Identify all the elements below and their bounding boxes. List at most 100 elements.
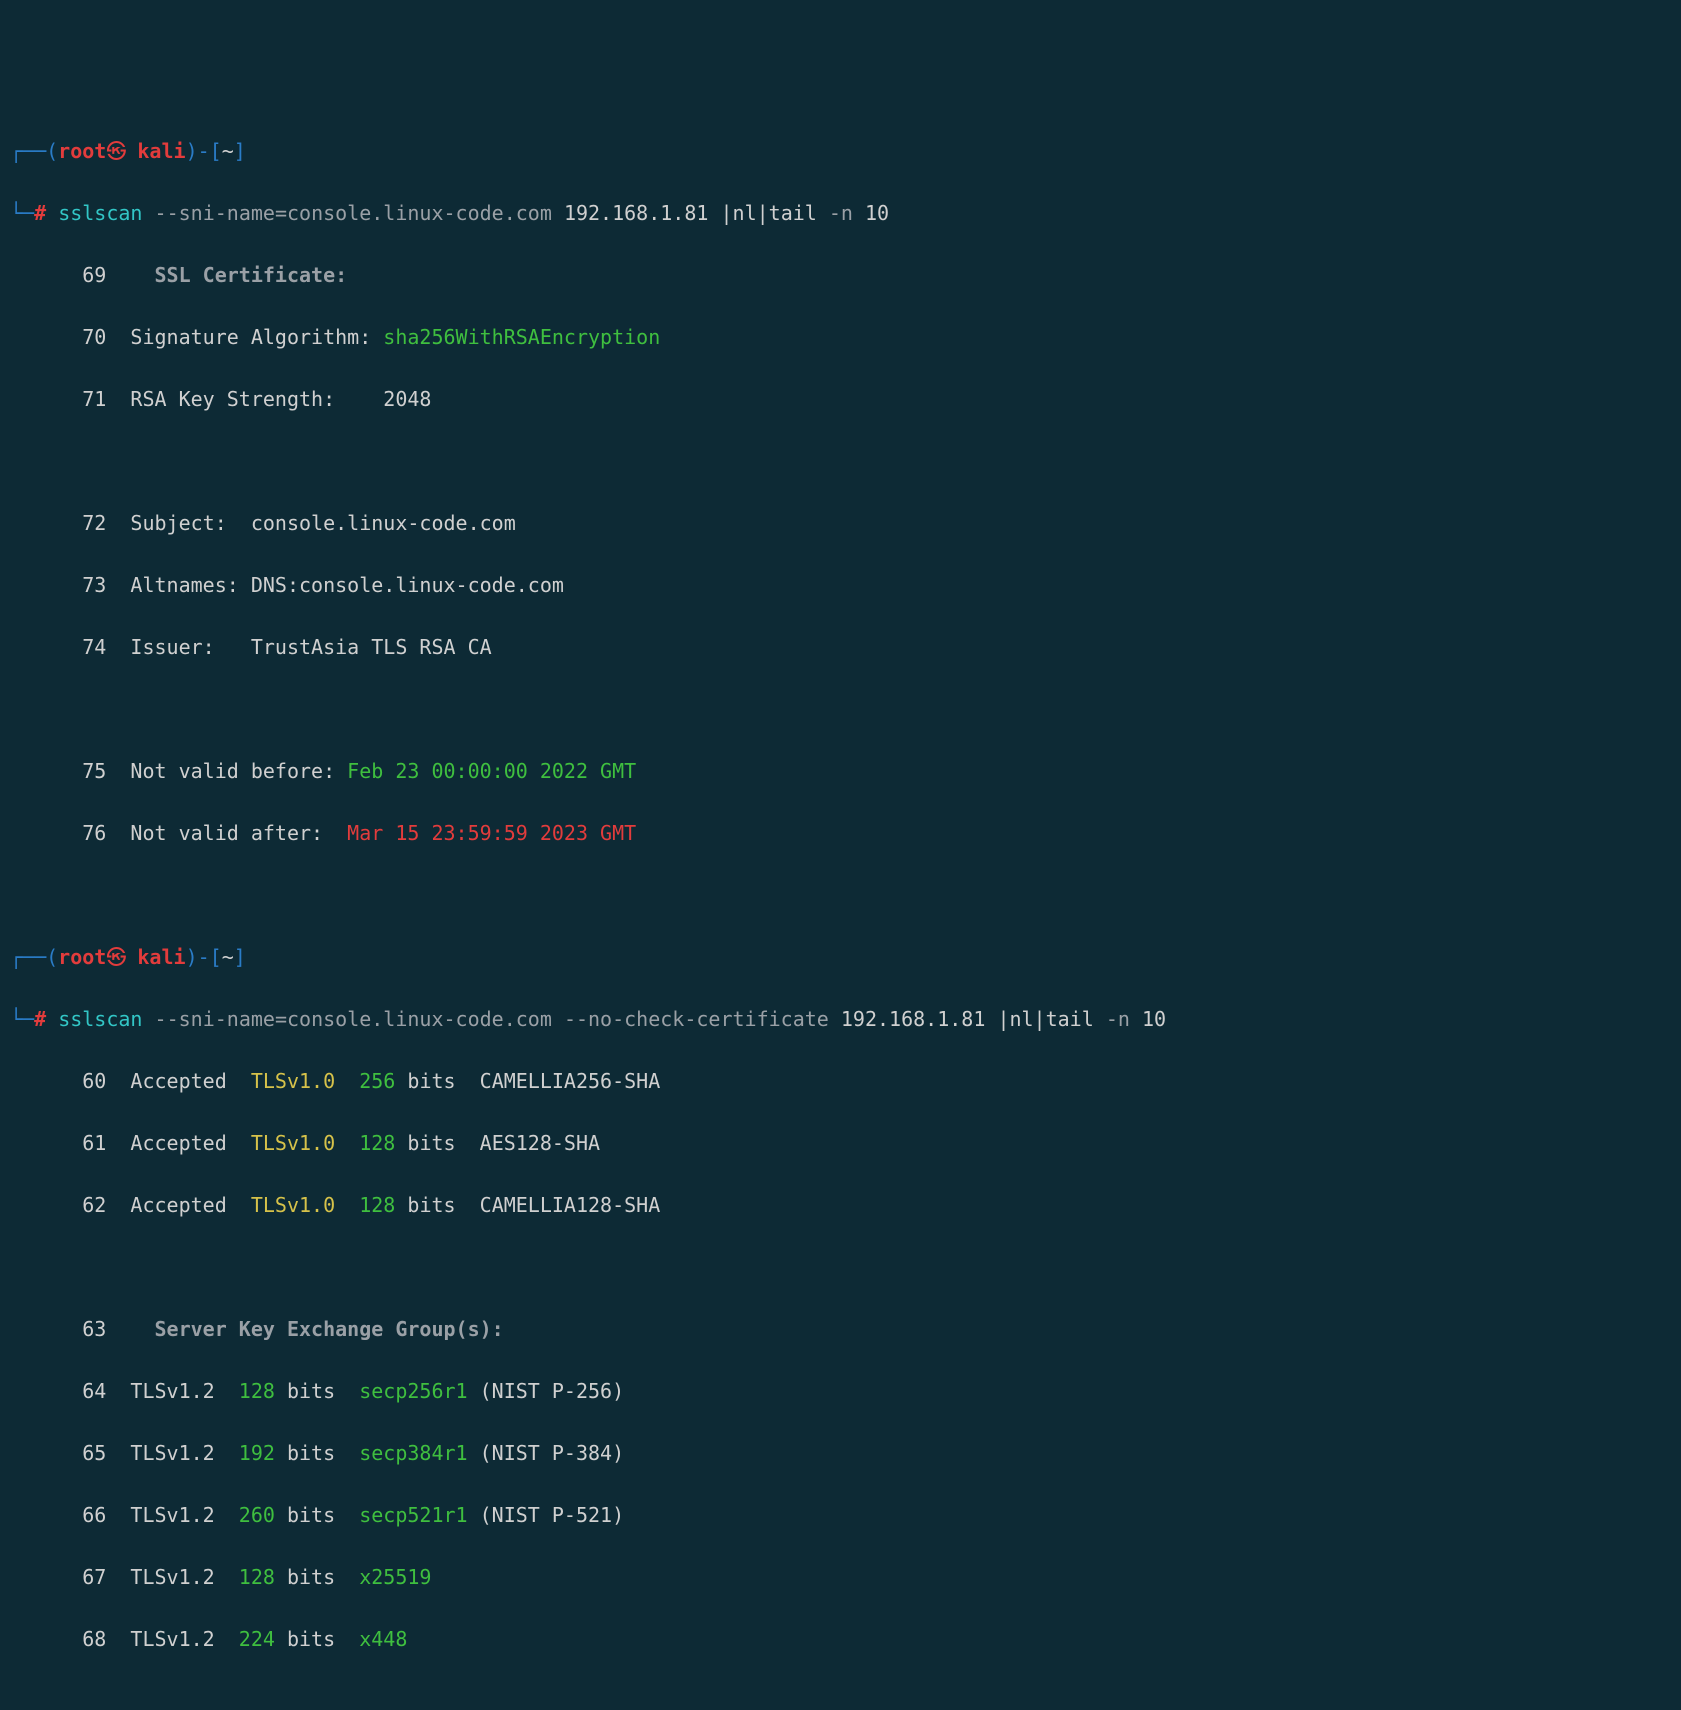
tls-version: TLSv1.2 [130,1441,238,1465]
tls-version: TLSv1.0 [251,1193,335,1217]
prompt-close: ] [234,139,246,163]
cipher-name: bits CAMELLIA128-SHA [395,1193,660,1217]
group-name: secp521r1 [359,1503,467,1527]
prompt-sep: )-[ [186,139,222,163]
prompt-user: root [58,139,106,163]
output-line: 65 TLSv1.2 192 bits secp384r1 (NIST P-38… [10,1438,1671,1469]
field-value: sha256WithRSAEncryption [383,325,660,349]
cmd-option: --sni-name=console.linux-code.com [155,1007,552,1031]
unit-label: bits [275,1565,359,1589]
output-line: 71 RSA Key Strength: 2048 [10,384,1671,415]
skull-icon: ㉿ [106,942,125,973]
section-header: SSL Certificate: [155,263,348,287]
field-value: Mar 15 23:59:59 2023 GMT [347,821,636,845]
output-line: 75 Not valid before: Feb 23 00:00:00 202… [10,756,1671,787]
line-number: 75 [58,756,106,787]
blank-line [10,880,1671,911]
box-corner: ┌──( [10,945,58,969]
field-line: RSA Key Strength: 2048 [130,387,431,411]
prompt-cwd: ~ [222,139,234,163]
bits-value: 128 [239,1565,275,1589]
tls-version: TLSv1.0 [251,1131,335,1155]
unit-label: bits [275,1379,359,1403]
tls-version: TLSv1.2 [130,1379,238,1403]
box-bottom: └─ [10,201,34,225]
bits-value: 128 [335,1131,395,1155]
line-number: 76 [58,818,106,849]
box-corner: ┌──( [10,139,58,163]
prompt-host: kali [137,139,185,163]
output-line: 73 Altnames: DNS:console.linux-code.com [10,570,1671,601]
line-number: 66 [58,1500,106,1531]
output-line: 60 Accepted TLSv1.0 256 bits CAMELLIA256… [10,1066,1671,1097]
field-line: Issuer: TrustAsia TLS RSA CA [130,635,491,659]
output-line: 64 TLSv1.2 128 bits secp256r1 (NIST P-25… [10,1376,1671,1407]
prompt-hash: # [34,1007,46,1031]
line-number: 68 [58,1624,106,1655]
output-line: 74 Issuer: TrustAsia TLS RSA CA [10,632,1671,663]
prompt-host: kali [137,945,185,969]
unit-label: bits [275,1627,359,1651]
output-line: 70 Signature Algorithm: sha256WithRSAEnc… [10,322,1671,353]
tls-version: TLSv1.2 [130,1565,238,1589]
cmd-flag: -n [829,201,853,225]
tls-version: TLSv1.2 [130,1503,238,1527]
bits-value: 260 [239,1503,275,1527]
output-line: 66 TLSv1.2 260 bits secp521r1 (NIST P-52… [10,1500,1671,1531]
output-line: 76 Not valid after: Mar 15 23:59:59 2023… [10,818,1671,849]
line-number: 64 [58,1376,106,1407]
cmd-binary: sslscan [58,201,142,225]
cmd-target: 192.168.1.81 [841,1007,986,1031]
field-label: Not valid before: [130,759,347,783]
cipher-name: bits AES128-SHA [395,1131,600,1155]
bits-value: 192 [239,1441,275,1465]
line-number: 65 [58,1438,106,1469]
command-line-2[interactable]: └─# sslscan --sni-name=console.linux-cod… [10,1004,1671,1035]
group-nist: (NIST P-521) [468,1503,625,1527]
output-line: 67 TLSv1.2 128 bits x25519 [10,1562,1671,1593]
bits-value: 128 [239,1379,275,1403]
line-number: 61 [58,1128,106,1159]
cmd-arg: 10 [1142,1007,1166,1031]
blank-line [10,694,1671,725]
cmd-flag: -n [1106,1007,1130,1031]
group-name: secp384r1 [359,1441,467,1465]
output-line: 72 Subject: console.linux-code.com [10,508,1671,539]
prompt-line-1-top: ┌──(root㉿ kali)-[~] [10,136,1671,167]
bits-value: 256 [335,1069,395,1093]
status-text: Accepted [130,1193,250,1217]
unit-label: bits [275,1503,359,1527]
cmd-arg: 10 [865,201,889,225]
line-number: 70 [58,322,106,353]
group-nist: (NIST P-384) [468,1441,625,1465]
bits-value: 128 [335,1193,395,1217]
command-line-1[interactable]: └─# sslscan --sni-name=console.linux-cod… [10,198,1671,229]
field-line: Altnames: DNS:console.linux-code.com [130,573,563,597]
line-number: 62 [58,1190,106,1221]
cmd-target: 192.168.1.81 [564,201,709,225]
prompt-user: root [58,945,106,969]
output-line: 61 Accepted TLSv1.0 128 bits AES128-SHA [10,1128,1671,1159]
cmd-option: --sni-name=console.linux-code.com [155,201,552,225]
field-value: Feb 23 00:00:00 2022 GMT [347,759,636,783]
cmd-option: --no-check-certificate [564,1007,829,1031]
output-line: 62 Accepted TLSv1.0 128 bits CAMELLIA128… [10,1190,1671,1221]
status-text: Accepted [130,1069,250,1093]
line-number: 72 [58,508,106,539]
line-number: 74 [58,632,106,663]
skull-icon: ㉿ [106,136,125,167]
blank-line [10,446,1671,477]
blank-line [10,1252,1671,1283]
cmd-pipe: |nl|tail [997,1007,1093,1031]
group-nist: (NIST P-256) [468,1379,625,1403]
line-number: 69 [58,260,106,291]
unit-label: bits [275,1441,359,1465]
prompt-sep: )-[ [186,945,222,969]
prompt-cwd: ~ [222,945,234,969]
field-label: Signature Algorithm: [130,325,383,349]
cmd-pipe: |nl|tail [720,201,816,225]
tls-version: TLSv1.0 [251,1069,335,1093]
line-number: 73 [58,570,106,601]
field-line: Subject: console.linux-code.com [130,511,515,535]
group-name: x25519 [359,1565,431,1589]
